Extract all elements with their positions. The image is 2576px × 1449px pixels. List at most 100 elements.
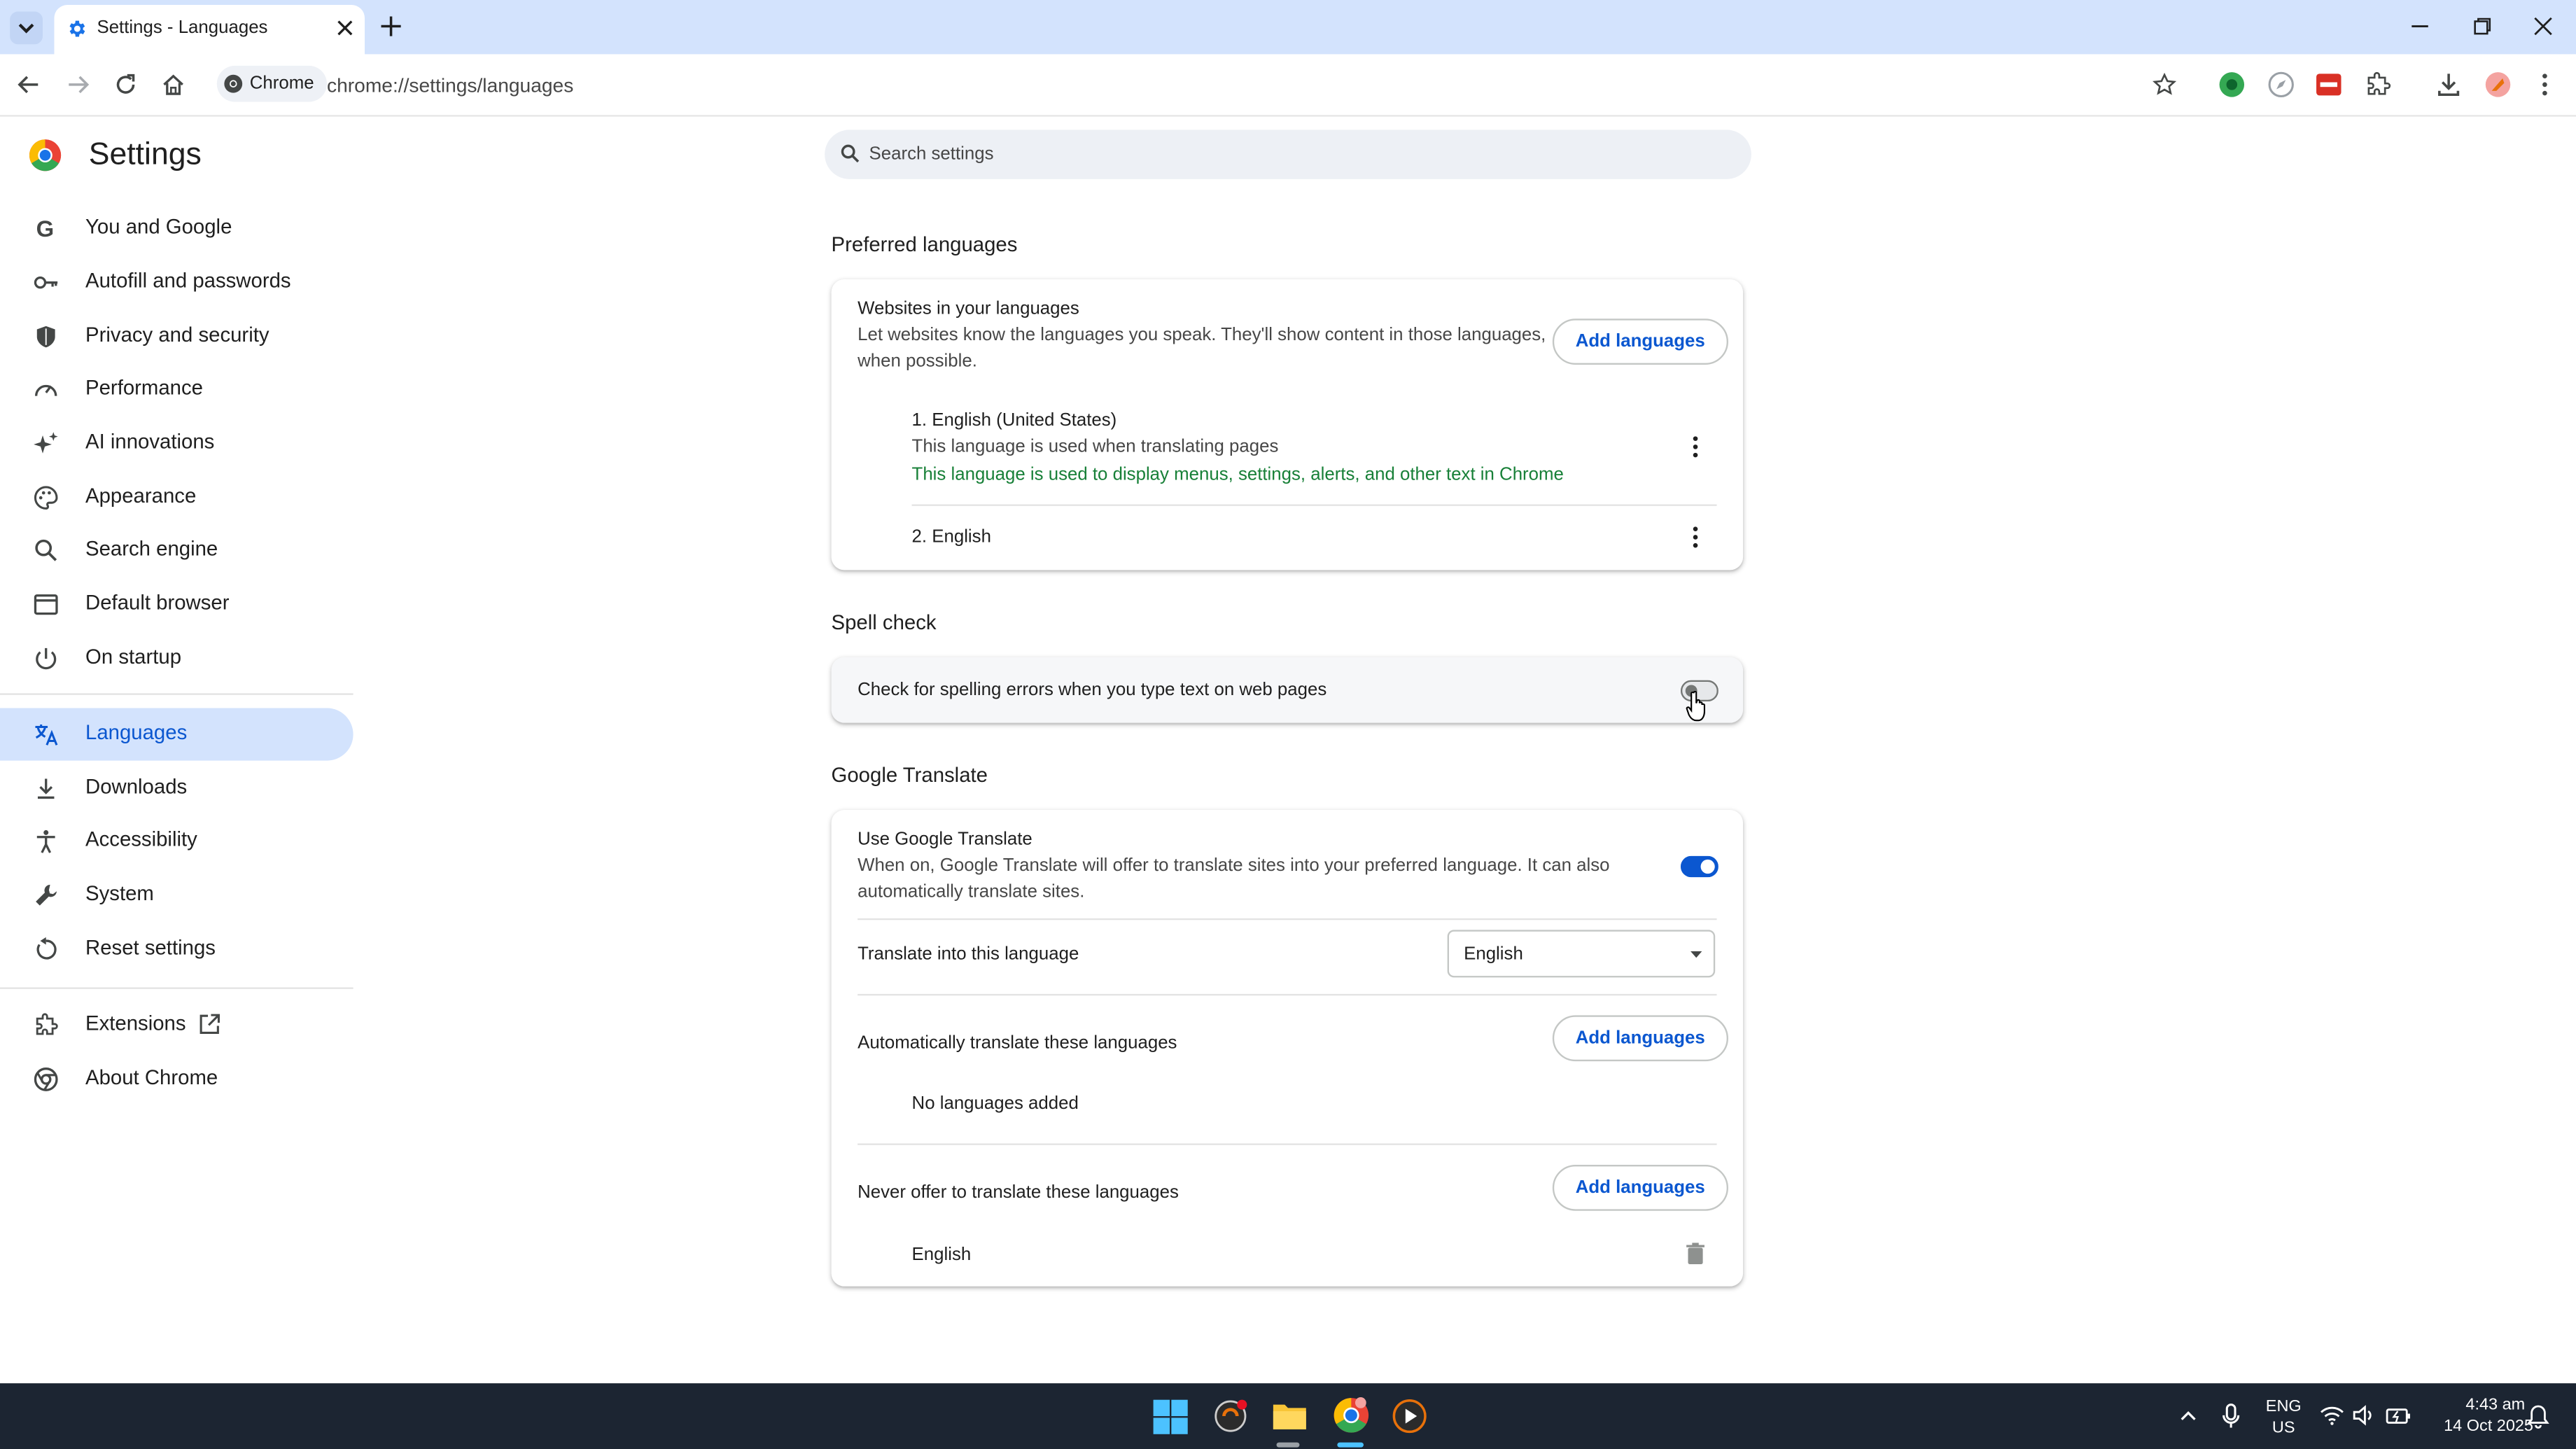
search-settings-field[interactable]: Search settings [825,130,1751,179]
chrome-taskbar-icon[interactable] [1332,1396,1370,1434]
tab-search-icon[interactable] [10,11,43,45]
browser-toolbar: Chrome chrome://settings/languages [0,54,2576,117]
language-more-actions-icon[interactable] [1682,434,1709,461]
chrome-site-chip[interactable]: Chrome [216,65,328,102]
sidebar-item-languages[interactable]: Languages [0,708,354,761]
language-more-actions-icon[interactable] [1682,524,1709,551]
url-text[interactable]: chrome://settings/languages [327,74,573,97]
sidebar-item-performance[interactable]: Performance [0,363,354,416]
wifi-icon[interactable] [2320,1405,2344,1427]
sidebar-item-reset-settings[interactable]: Reset settings [0,923,354,976]
downloads-icon[interactable] [2435,71,2463,99]
file-explorer-icon[interactable] [1272,1400,1308,1433]
language-ui-note: This language is used to display menus, … [911,465,1564,485]
key-icon [33,270,59,296]
never-translate-item: English [911,1245,972,1266]
clock-date[interactable]: 14 Oct 2025 [2415,1418,2533,1436]
preferred-languages-card: Websites in your languages Let websites … [831,279,1744,570]
restore-icon[interactable] [2472,16,2492,36]
sidebar-item-label: About Chrome [85,1066,218,1090]
taskbar-app-icon[interactable] [1212,1398,1249,1434]
sidebar-item-appearance[interactable]: Appearance [0,472,354,524]
back-arrow-icon[interactable] [16,72,41,97]
row-divider [858,1143,1717,1145]
delete-trash-icon[interactable] [1684,1242,1707,1265]
translate-target-label: Translate into this language [858,944,1079,965]
translate-target-select[interactable]: English [1447,930,1716,978]
sidebar-item-label: AI innovations [85,430,215,454]
sidebar-item-label: Reset settings [85,936,216,960]
sidebar-item-label: Performance [85,376,203,400]
sidebar-item-you-and-google[interactable]: G You and Google [0,202,354,255]
palette-icon [33,484,59,511]
windows-taskbar: ENG US 4:43 am 14 Oct 2025 [0,1383,2576,1449]
notification-bell-icon[interactable] [2527,1403,2550,1429]
forward-arrow-icon[interactable] [66,72,90,97]
input-language-line1[interactable]: ENG [2258,1398,2310,1416]
microphone-icon[interactable] [2221,1403,2241,1429]
spell-check-label: Check for spelling errors when you type … [858,680,1327,700]
clock-time[interactable]: 4:43 am [2423,1396,2525,1415]
home-icon[interactable] [161,72,186,97]
sidebar-item-system[interactable]: System [0,869,354,922]
windows-start-icon[interactable] [1153,1399,1188,1434]
sidebar-item-ai-innovations[interactable]: AI innovations [0,417,354,470]
sidebar-item-label: On startup [85,645,182,669]
shield-icon [33,323,59,350]
sidebar-item-search-engine[interactable]: Search engine [0,524,354,577]
auto-translate-add-languages-button[interactable]: Add languages [1552,1015,1728,1062]
page-title: Settings [88,138,202,173]
media-player-icon[interactable] [1392,1398,1428,1434]
websites-languages-desc: Let websites know the languages you spea… [858,325,1546,345]
sidebar-item-label: Search engine [85,537,218,561]
tab-settings-languages[interactable]: Settings - Languages [54,5,365,56]
profile-avatar-icon[interactable] [2484,71,2512,99]
websites-languages-desc-2: when possible. [858,351,977,372]
sidebar-item-downloads[interactable]: Downloads [0,762,354,815]
power-icon [33,645,59,672]
auto-translate-empty-text: No languages added [911,1094,1079,1114]
svg-text:G: G [36,216,55,241]
reload-icon[interactable] [113,72,138,97]
sidebar-item-privacy[interactable]: Privacy and security [0,311,354,363]
new-tab-plus-icon[interactable] [379,15,402,38]
chrome-logo-icon [28,138,62,172]
show-hidden-icons-chevron-icon[interactable] [2178,1406,2198,1426]
sidebar-item-on-startup[interactable]: On startup [0,633,354,685]
extension-green-icon[interactable] [2218,71,2246,99]
external-link-icon [197,1012,222,1037]
bookmark-star-icon[interactable] [2152,72,2177,97]
auto-translate-label: Automatically translate these languages [858,1033,1177,1054]
google-translate-toggle[interactable] [1680,855,1718,878]
row-divider [858,993,1717,996]
input-language-line2[interactable]: US [2258,1420,2310,1438]
add-languages-button[interactable]: Add languages [1552,318,1728,365]
wrench-icon [33,882,59,909]
accessibility-icon [33,828,59,855]
spell-check-card: Check for spelling errors when you type … [831,657,1744,723]
translate-target-value: English [1464,944,1523,965]
sidebar-item-default-browser[interactable]: Default browser [0,578,354,631]
sidebar-item-label: Privacy and security [85,323,270,347]
chrome-logo-icon [224,74,243,93]
address-bar[interactable]: Chrome chrome://settings/languages [211,60,2197,108]
sidebar-item-accessibility[interactable]: Accessibility [0,815,354,867]
extensions-puzzle-icon[interactable] [2364,71,2392,99]
never-translate-add-languages-button[interactable]: Add languages [1552,1164,1728,1211]
language-item-name: 1. English (United States) [911,410,1117,430]
menu-kebab-icon[interactable] [2535,71,2554,99]
browser-window-icon [33,592,59,618]
section-title-google-translate: Google Translate [831,764,988,788]
close-window-icon[interactable] [2533,16,2553,36]
sidebar-item-autofill[interactable]: Autofill and passwords [0,256,354,309]
sidebar-item-about-chrome[interactable]: About Chrome [0,1053,354,1105]
sidebar-item-extensions[interactable]: Extensions [0,999,354,1051]
extension-compass-icon[interactable] [2267,71,2295,99]
close-tab-icon[interactable] [335,18,355,38]
extension-red-icon[interactable] [2315,71,2343,99]
battery-icon[interactable] [2386,1405,2412,1427]
search-placeholder: Search settings [869,144,994,164]
mouse-cursor-icon [1686,690,1712,723]
volume-icon[interactable] [2353,1405,2376,1427]
minimize-icon[interactable] [2410,16,2430,36]
